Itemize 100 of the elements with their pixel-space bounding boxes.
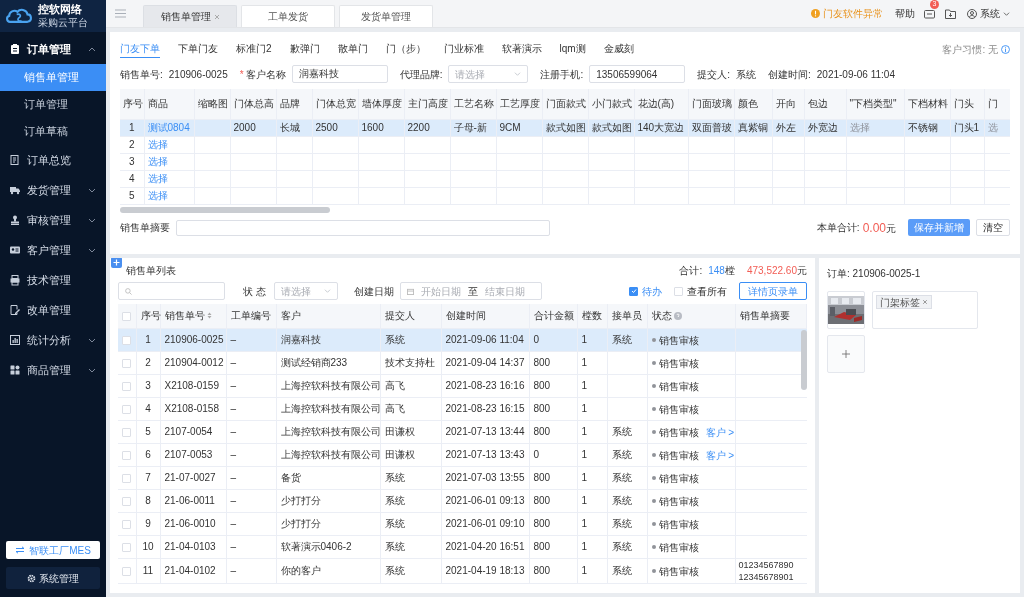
form-tab[interactable]: 软著演示 xyxy=(501,41,542,57)
table-cell: 田谦权 xyxy=(384,449,415,460)
column-header: 开向 xyxy=(775,98,796,110)
customer-link[interactable]: 客户 > xyxy=(705,447,735,463)
page-tab[interactable]: 销售单管理 xyxy=(143,5,237,27)
row-checkbox[interactable] xyxy=(122,381,132,391)
table-row[interactable]: 10 21-04-0103 – 软著演示0406-2 系统 2021-04-20 16:51 800 1 系统 销售审核 xyxy=(118,535,807,558)
menu-item[interactable]: 统计分析 xyxy=(0,325,106,355)
plus-icon xyxy=(842,350,850,358)
row-checkbox[interactable] xyxy=(122,427,132,437)
help-link[interactable]: 帮助 xyxy=(895,6,915,21)
row-checkbox[interactable] xyxy=(122,496,132,506)
table-row[interactable]: 3 X2108-0159 – 上海控软科技有限公司 高飞 2021-08-23 16:16 800 1 销售审核 xyxy=(118,374,807,397)
system-settings-button[interactable]: 系统管理 xyxy=(6,567,100,589)
table-cell: 1 xyxy=(581,541,588,552)
form-tab[interactable]: 金威刻 xyxy=(603,41,634,57)
menu-item[interactable]: 技术管理 xyxy=(0,265,106,295)
table-row[interactable]: 9 21-06-0010 – 少打打分 系统 2021-06-01 09:10 800 1 系统 销售审核 xyxy=(118,512,807,535)
form-tab[interactable]: 标准门2 xyxy=(236,41,272,57)
upload-button[interactable] xyxy=(827,335,865,373)
row-checkbox[interactable] xyxy=(122,404,132,414)
table-cell: 8 xyxy=(145,495,151,506)
table-cell: 0 xyxy=(533,334,540,345)
table-cell: 4 xyxy=(145,403,151,414)
customer-link[interactable]: 客户 > xyxy=(705,424,735,440)
row-checkbox[interactable] xyxy=(122,450,132,460)
form-tab[interactable]: 歉弹门 xyxy=(289,41,320,57)
product-link[interactable]: 选择 xyxy=(147,139,168,150)
menu-item[interactable]: 审核管理 xyxy=(0,205,106,235)
table-row[interactable]: 11 21-04-0102 – 你的客户 系统 2021-04-19 18:13 800 1 系统 销售审核 0123456789012345678901 xyxy=(118,558,807,583)
checkbox[interactable] xyxy=(629,286,638,296)
product-link[interactable]: 选择 xyxy=(147,190,168,201)
text-field[interactable]: 13506599064 xyxy=(589,65,686,83)
column-header: 颜色 xyxy=(737,98,758,110)
message-button[interactable] xyxy=(924,7,936,20)
row-checkbox[interactable] xyxy=(122,566,132,576)
table-cell: 高飞 xyxy=(384,403,405,414)
truck-icon xyxy=(9,184,21,196)
expand-button[interactable] xyxy=(111,258,122,268)
menu-button[interactable] xyxy=(115,8,129,19)
row-checkbox[interactable] xyxy=(122,335,132,345)
form-tab[interactable]: 下单门友 xyxy=(178,41,218,57)
summary-field[interactable] xyxy=(176,219,550,236)
tag-field[interactable]: 门架标签 xyxy=(872,291,978,329)
column-header: 接单员 xyxy=(611,309,642,324)
table-cell: 21-06-0011 xyxy=(164,495,215,506)
row-checkbox[interactable] xyxy=(122,358,132,368)
vertical-scrollbar[interactable] xyxy=(801,330,807,390)
table-row[interactable]: 1 210906-0025 – 润嘉科技 系统 2021-09-06 11:04 0 1 系统 销售审核 xyxy=(118,328,807,351)
table-cell: 21-04-0102 xyxy=(164,565,216,576)
table-cell: 800 xyxy=(533,565,551,576)
menu-item[interactable]: 订单管理 xyxy=(0,34,106,64)
form-tab[interactable]: lqm测 xyxy=(559,41,586,57)
form-tab[interactable]: 门友下单 xyxy=(120,40,160,58)
table-row[interactable]: 5 2107-0054 – 上海控软科技有限公司 田谦权 2021-07-13 13:44 800 1 系统 销售审核 客户 > xyxy=(118,420,807,443)
status-text: 销售审核 xyxy=(658,471,699,486)
menu-item[interactable]: 商品管理 xyxy=(0,355,106,385)
table-cell: 2021-07-13 13:44 xyxy=(445,426,525,437)
text-field[interactable]: 润嘉科技 xyxy=(291,65,388,83)
menu-item[interactable]: 发货管理 xyxy=(0,175,106,205)
submenu-item[interactable]: 订单草稿 xyxy=(0,118,106,145)
row-checkbox[interactable] xyxy=(122,542,132,552)
table-row[interactable]: 4 X2108-0158 – 上海控软科技有限公司 高飞 2021-08-23 16:15 800 1 销售审核 xyxy=(118,397,807,420)
menu-item[interactable]: 改单管理 xyxy=(0,295,106,325)
row-checkbox[interactable] xyxy=(122,312,132,322)
page-tab[interactable]: 发货单管理 xyxy=(339,5,433,27)
search-field[interactable] xyxy=(118,282,225,300)
row-checkbox[interactable] xyxy=(122,473,132,483)
column-header: 门体总宽 xyxy=(315,98,356,110)
product-link[interactable]: 选择 xyxy=(147,173,168,184)
table-row[interactable]: 6 2107-0053 – 上海控软科技有限公司 田谦权 2021-07-13 13:43 0 1 系统 销售审核 客户 > xyxy=(118,443,807,466)
column-header: 墙体厚度 xyxy=(361,98,402,110)
form-tab[interactable]: 门（步） xyxy=(385,41,426,57)
form-tab[interactable]: 门业标准 xyxy=(443,41,484,57)
product-link[interactable]: 选择 xyxy=(147,156,168,167)
row-checkbox[interactable] xyxy=(122,519,132,529)
form-tab[interactable]: 散单门 xyxy=(337,41,368,57)
table-cell: 3 xyxy=(128,156,135,167)
user-menu[interactable]: 系统 xyxy=(967,6,1010,21)
page-tab[interactable]: 工单发货 xyxy=(241,5,335,27)
thumbnail-frame[interactable] xyxy=(827,291,865,329)
table-cell: 系统 xyxy=(611,426,632,437)
clear-button[interactable]: 清空 xyxy=(976,219,1010,236)
menu-item[interactable]: 客户管理 xyxy=(0,235,106,265)
horizontal-scrollbar[interactable] xyxy=(120,206,330,213)
folder-button[interactable] xyxy=(945,7,957,20)
submenu-item[interactable]: 订单管理 xyxy=(0,91,106,118)
menu-item[interactable]: 订单总览 xyxy=(0,145,106,175)
column-header: 门头 xyxy=(953,98,974,110)
date-range-field[interactable]: 开始日期 至 结束日期 xyxy=(399,282,542,300)
table-row[interactable]: 7 21-07-0027 – 备货 系统 2021-07-03 13:55 800 1 系统 销售审核 xyxy=(118,466,807,489)
mes-button[interactable]: 智联工厂MES xyxy=(6,541,100,559)
detail-entry-button[interactable]: 详情页录单 xyxy=(739,282,807,300)
checkbox-label[interactable]: 待办 xyxy=(642,283,662,299)
tag[interactable]: 门架标签 xyxy=(876,295,932,309)
table-cell: 800 xyxy=(533,380,551,391)
swap-icon xyxy=(15,546,26,554)
calendar-icon xyxy=(406,287,414,295)
table-row[interactable]: 8 21-06-0011 – 少打打分 系统 2021-06-01 09:13 800 1 系统 销售审核 xyxy=(118,489,807,512)
checkbox-label[interactable]: 查看所有 xyxy=(687,283,727,299)
